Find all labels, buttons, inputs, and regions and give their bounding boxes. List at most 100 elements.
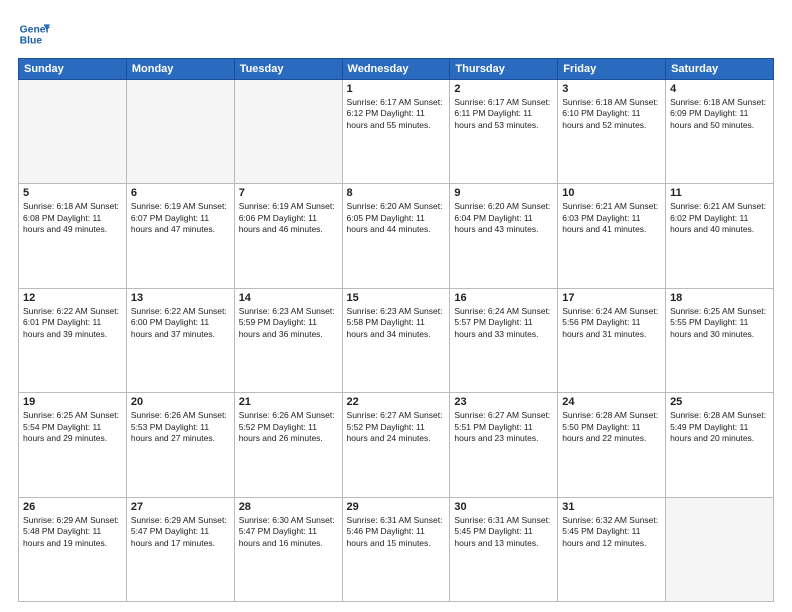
calendar-cell: 2 Sunrise: 6:17 AM Sunset: 6:11 PM Daylig… <box>450 80 558 184</box>
calendar-cell: 23 Sunrise: 6:27 AM Sunset: 5:51 PM Dayli… <box>450 393 558 497</box>
cell-details: Sunrise: 6:25 AM Sunset: 5:55 PM Dayligh… <box>670 306 769 340</box>
day-number: 26 <box>23 501 122 513</box>
weekday-header-monday: Monday <box>126 59 234 80</box>
cell-details: Sunrise: 6:24 AM Sunset: 5:56 PM Dayligh… <box>562 306 661 340</box>
calendar-cell: 30Sunrise: 6:31 AM Sunset: 5:45 PM Dayli… <box>450 497 558 601</box>
calendar-cell: 6 Sunrise: 6:19 AM Sunset: 6:07 PM Daylig… <box>126 184 234 288</box>
cell-details: Sunrise: 6:18 AM Sunset: 6:09 PM Dayligh… <box>670 97 769 131</box>
cell-details: Sunrise: 6:26 AM Sunset: 5:53 PM Dayligh… <box>131 410 230 444</box>
day-number: 20 <box>131 396 230 408</box>
calendar-cell: 11Sunrise: 6:21 AM Sunset: 6:02 PM Dayli… <box>666 184 774 288</box>
calendar-cell: 4 Sunrise: 6:18 AM Sunset: 6:09 PM Daylig… <box>666 80 774 184</box>
day-number: 29 <box>347 501 446 513</box>
calendar-cell: 13 Sunrise: 6:22 AM Sunset: 6:00 PM Dayli… <box>126 288 234 392</box>
cell-details: Sunrise: 6:27 AM Sunset: 5:51 PM Dayligh… <box>454 410 553 444</box>
calendar-cell: 5 Sunrise: 6:18 AM Sunset: 6:08 PM Daylig… <box>19 184 127 288</box>
day-number: 2 <box>454 83 553 95</box>
day-number: 17 <box>562 292 661 304</box>
cell-details: Sunrise: 6:30 AM Sunset: 5:47 PM Dayligh… <box>239 515 338 549</box>
calendar-cell <box>666 497 774 601</box>
calendar-cell: 8 Sunrise: 6:20 AM Sunset: 6:05 PM Daylig… <box>342 184 450 288</box>
cell-details: Sunrise: 6:26 AM Sunset: 5:52 PM Dayligh… <box>239 410 338 444</box>
day-number: 10 <box>562 187 661 199</box>
calendar-cell: 10 Sunrise: 6:21 AM Sunset: 6:03 PM Dayli… <box>558 184 666 288</box>
cell-details: Sunrise: 6:21 AM Sunset: 6:03 PM Dayligh… <box>562 201 661 235</box>
weekday-header-saturday: Saturday <box>666 59 774 80</box>
cell-details: Sunrise: 6:22 AM Sunset: 6:00 PM Dayligh… <box>131 306 230 340</box>
calendar-cell: 17 Sunrise: 6:24 AM Sunset: 5:56 PM Dayli… <box>558 288 666 392</box>
cell-details: Sunrise: 6:28 AM Sunset: 5:50 PM Dayligh… <box>562 410 661 444</box>
calendar-cell: 28Sunrise: 6:30 AM Sunset: 5:47 PM Dayli… <box>234 497 342 601</box>
day-number: 24 <box>562 396 661 408</box>
cell-details: Sunrise: 6:19 AM Sunset: 6:07 PM Dayligh… <box>131 201 230 235</box>
cell-details: Sunrise: 6:29 AM Sunset: 5:47 PM Dayligh… <box>131 515 230 549</box>
week-row-4: 19Sunrise: 6:25 AM Sunset: 5:54 PM Dayli… <box>19 393 774 497</box>
cell-details: Sunrise: 6:32 AM Sunset: 5:45 PM Dayligh… <box>562 515 661 549</box>
calendar-cell <box>126 80 234 184</box>
calendar-cell: 12 Sunrise: 6:22 AM Sunset: 6:01 PM Dayli… <box>19 288 127 392</box>
weekday-header-sunday: Sunday <box>19 59 127 80</box>
cell-details: Sunrise: 6:17 AM Sunset: 6:11 PM Dayligh… <box>454 97 553 131</box>
day-number: 31 <box>562 501 661 513</box>
calendar-cell: 7 Sunrise: 6:19 AM Sunset: 6:06 PM Daylig… <box>234 184 342 288</box>
day-number: 16 <box>454 292 553 304</box>
day-number: 25 <box>670 396 769 408</box>
cell-details: Sunrise: 6:18 AM Sunset: 6:08 PM Dayligh… <box>23 201 122 235</box>
weekday-header-thursday: Thursday <box>450 59 558 80</box>
calendar-cell: 27Sunrise: 6:29 AM Sunset: 5:47 PM Dayli… <box>126 497 234 601</box>
calendar-cell: 26 Sunrise: 6:29 AM Sunset: 5:48 PM Dayli… <box>19 497 127 601</box>
cell-details: Sunrise: 6:25 AM Sunset: 5:54 PM Dayligh… <box>23 410 122 444</box>
weekday-header-tuesday: Tuesday <box>234 59 342 80</box>
day-number: 13 <box>131 292 230 304</box>
cell-details: Sunrise: 6:22 AM Sunset: 6:01 PM Dayligh… <box>23 306 122 340</box>
day-number: 8 <box>347 187 446 199</box>
cell-details: Sunrise: 6:23 AM Sunset: 5:59 PM Dayligh… <box>239 306 338 340</box>
calendar-cell: 15 Sunrise: 6:23 AM Sunset: 5:58 PM Dayli… <box>342 288 450 392</box>
calendar-cell: 3 Sunrise: 6:18 AM Sunset: 6:10 PM Daylig… <box>558 80 666 184</box>
calendar-cell: 18 Sunrise: 6:25 AM Sunset: 5:55 PM Dayli… <box>666 288 774 392</box>
day-number: 21 <box>239 396 338 408</box>
logo-icon: General Blue <box>18 18 50 50</box>
cell-details: Sunrise: 6:29 AM Sunset: 5:48 PM Dayligh… <box>23 515 122 549</box>
page: General Blue SundayMondayTuesdayWednesda… <box>0 0 792 612</box>
calendar-cell: 16 Sunrise: 6:24 AM Sunset: 5:57 PM Dayli… <box>450 288 558 392</box>
calendar-cell: 20 Sunrise: 6:26 AM Sunset: 5:53 PM Dayli… <box>126 393 234 497</box>
day-number: 4 <box>670 83 769 95</box>
calendar-table: SundayMondayTuesdayWednesdayThursdayFrid… <box>18 58 774 602</box>
calendar-cell: 19Sunrise: 6:25 AM Sunset: 5:54 PM Dayli… <box>19 393 127 497</box>
day-number: 1 <box>347 83 446 95</box>
cell-details: Sunrise: 6:27 AM Sunset: 5:52 PM Dayligh… <box>347 410 446 444</box>
weekday-header-row: SundayMondayTuesdayWednesdayThursdayFrid… <box>19 59 774 80</box>
cell-details: Sunrise: 6:20 AM Sunset: 6:05 PM Dayligh… <box>347 201 446 235</box>
logo: General Blue <box>18 18 54 50</box>
calendar-cell <box>234 80 342 184</box>
day-number: 3 <box>562 83 661 95</box>
day-number: 15 <box>347 292 446 304</box>
week-row-3: 12 Sunrise: 6:22 AM Sunset: 6:01 PM Dayli… <box>19 288 774 392</box>
weekday-header-friday: Friday <box>558 59 666 80</box>
day-number: 5 <box>23 187 122 199</box>
calendar-cell: 22Sunrise: 6:27 AM Sunset: 5:52 PM Dayli… <box>342 393 450 497</box>
day-number: 11 <box>670 187 769 199</box>
day-number: 12 <box>23 292 122 304</box>
week-row-2: 5 Sunrise: 6:18 AM Sunset: 6:08 PM Daylig… <box>19 184 774 288</box>
day-number: 6 <box>131 187 230 199</box>
calendar-cell: 31 Sunrise: 6:32 AM Sunset: 5:45 PM Dayli… <box>558 497 666 601</box>
cell-details: Sunrise: 6:17 AM Sunset: 6:12 PM Dayligh… <box>347 97 446 131</box>
week-row-5: 26 Sunrise: 6:29 AM Sunset: 5:48 PM Dayli… <box>19 497 774 601</box>
calendar-cell: 14 Sunrise: 6:23 AM Sunset: 5:59 PM Dayli… <box>234 288 342 392</box>
cell-details: Sunrise: 6:28 AM Sunset: 5:49 PM Dayligh… <box>670 410 769 444</box>
day-number: 23 <box>454 396 553 408</box>
calendar-cell: 29Sunrise: 6:31 AM Sunset: 5:46 PM Dayli… <box>342 497 450 601</box>
day-number: 14 <box>239 292 338 304</box>
cell-details: Sunrise: 6:31 AM Sunset: 5:45 PM Dayligh… <box>454 515 553 549</box>
day-number: 9 <box>454 187 553 199</box>
day-number: 7 <box>239 187 338 199</box>
cell-details: Sunrise: 6:24 AM Sunset: 5:57 PM Dayligh… <box>454 306 553 340</box>
cell-details: Sunrise: 6:18 AM Sunset: 6:10 PM Dayligh… <box>562 97 661 131</box>
cell-details: Sunrise: 6:23 AM Sunset: 5:58 PM Dayligh… <box>347 306 446 340</box>
week-row-1: 1 Sunrise: 6:17 AM Sunset: 6:12 PM Daylig… <box>19 80 774 184</box>
calendar-cell <box>19 80 127 184</box>
cell-details: Sunrise: 6:19 AM Sunset: 6:06 PM Dayligh… <box>239 201 338 235</box>
day-number: 18 <box>670 292 769 304</box>
